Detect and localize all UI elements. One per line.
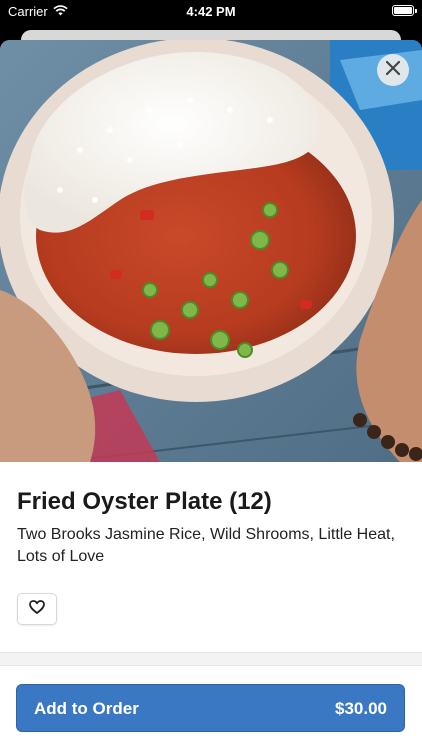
status-time: 4:42 PM — [186, 4, 236, 19]
heart-icon — [29, 599, 45, 619]
item-price: $30.00 — [335, 699, 387, 718]
section-divider — [0, 652, 422, 666]
battery-icon — [392, 5, 417, 16]
add-to-order-button[interactable]: Add to Order $30.00 — [16, 684, 405, 732]
favorite-button[interactable] — [17, 593, 57, 625]
item-photo — [0, 40, 422, 462]
close-button[interactable] — [377, 54, 409, 86]
close-icon — [385, 60, 401, 80]
item-description: Two Brooks Jasmine Rice, Wild Shrooms, L… — [17, 526, 395, 565]
add-to-order-label: Add to Order — [34, 699, 139, 718]
item-detail-sheet: Fried Oyster Plate (12) Two Brooks Jasmi… — [0, 40, 422, 750]
app-screen: Carrier 4:42 PM Fried Oyster Plate (12) … — [0, 0, 422, 750]
status-bar: Carrier 4:42 PM — [0, 0, 422, 24]
item-title: Fried Oyster Plate (12) — [17, 488, 272, 515]
